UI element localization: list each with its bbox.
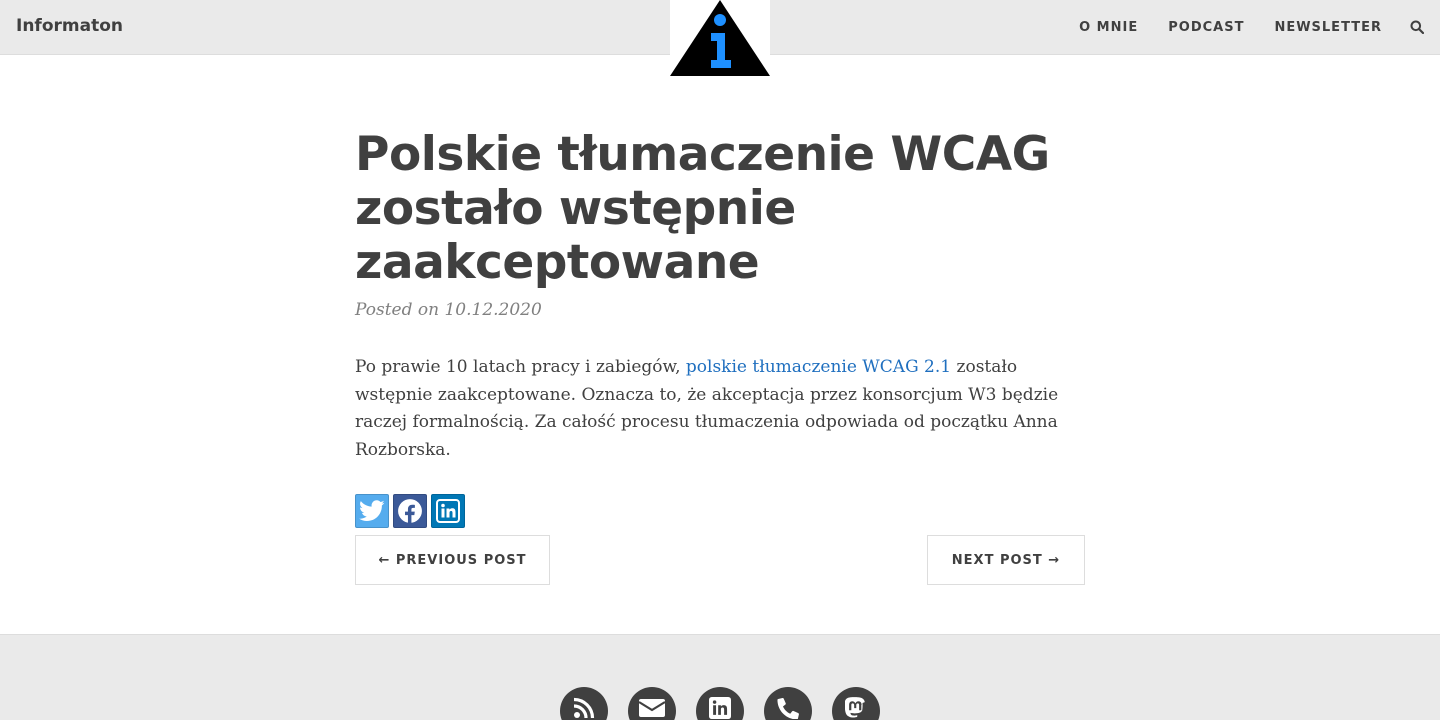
post-body-text-start: Po prawie 10 latach pracy i zabiegów, xyxy=(355,357,686,377)
mastodon-icon[interactable] xyxy=(832,687,880,720)
share-twitter-button[interactable] xyxy=(355,494,389,528)
nav-about-link[interactable]: O MNIE xyxy=(1079,20,1138,35)
wcag-translation-link[interactable]: polskie tłumaczenie WCAG 2.1 xyxy=(686,357,951,377)
twitter-icon xyxy=(359,500,385,521)
linkedin-icon xyxy=(436,499,460,523)
post-body: Po prawie 10 latach pracy i zabiegów, po… xyxy=(355,354,1085,464)
rss-icon[interactable] xyxy=(560,687,608,720)
top-navbar: Informaton O MNIE PODCAST NEWSLETTER xyxy=(0,0,1440,78)
post-article: Polskie tłumaczenie WCAG zostało wstępni… xyxy=(355,128,1085,528)
info-triangle-logo-icon xyxy=(670,0,770,76)
nav-newsletter-link[interactable]: NEWSLETTER xyxy=(1274,20,1382,35)
main-nav: O MNIE PODCAST NEWSLETTER xyxy=(1049,0,1424,54)
share-facebook-button[interactable] xyxy=(393,494,427,528)
email-icon[interactable] xyxy=(628,687,676,720)
facebook-icon xyxy=(398,499,422,524)
search-icon[interactable] xyxy=(1410,20,1424,34)
next-post-button[interactable]: NEXT POST → xyxy=(927,535,1085,585)
linkedin-icon[interactable] xyxy=(696,687,744,720)
share-linkedin-button[interactable] xyxy=(431,494,465,528)
site-logo[interactable] xyxy=(670,0,770,78)
share-buttons xyxy=(355,494,1085,528)
post-title: Polskie tłumaczenie WCAG zostało wstępni… xyxy=(355,127,1050,290)
nav-podcast-link[interactable]: PODCAST xyxy=(1168,20,1244,35)
post-pager: ← PREVIOUS POST NEXT POST → xyxy=(355,535,1085,585)
brand-link[interactable]: Informaton xyxy=(16,16,123,36)
footer-social-links xyxy=(560,687,880,720)
site-footer xyxy=(0,634,1440,720)
previous-post-button[interactable]: ← PREVIOUS POST xyxy=(355,535,550,585)
phone-icon[interactable] xyxy=(764,687,812,720)
post-date: Posted on 10.12.2020 xyxy=(355,300,542,320)
